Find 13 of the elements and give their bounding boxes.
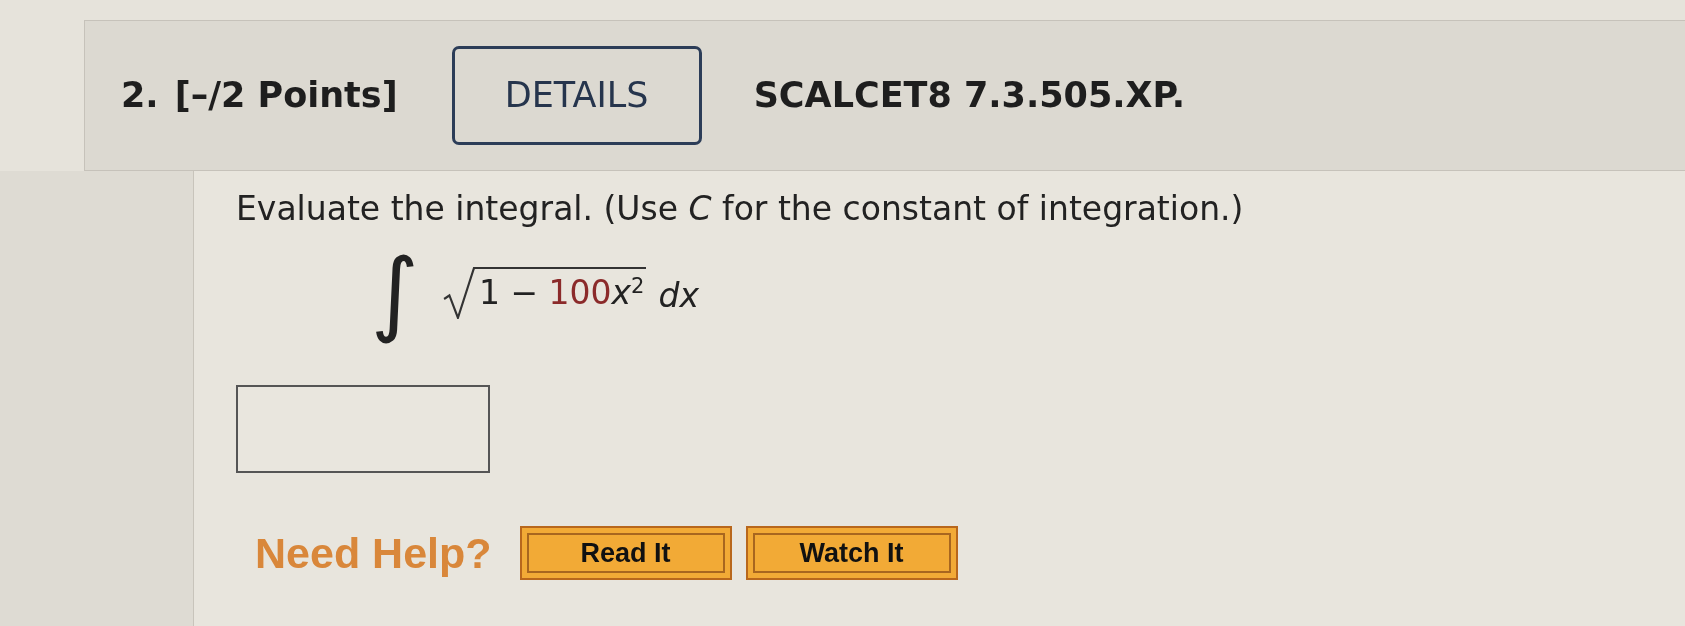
differential-text: dx (658, 274, 699, 317)
details-button[interactable]: DETAILS (451, 46, 702, 145)
answer-field[interactable] (236, 384, 490, 473)
points-label: [–/2 Points] (174, 74, 398, 118)
help-button[interactable]: Watch It (745, 526, 958, 581)
integral-sign: ∫ (371, 237, 419, 348)
question-prompt: Evaluate the integral. (Use C for the constant of integration.) (236, 189, 1245, 229)
question-number: 2. (121, 74, 159, 118)
help-button[interactable]: Read It (519, 526, 732, 581)
square-root-icon (442, 266, 475, 319)
need-help-label: Need Help? (255, 527, 492, 579)
problem-code: SCALCET8 7.3.505.XP. (753, 74, 1186, 118)
radicand-expression: 1 − 100x$^{2}$ (474, 266, 647, 319)
